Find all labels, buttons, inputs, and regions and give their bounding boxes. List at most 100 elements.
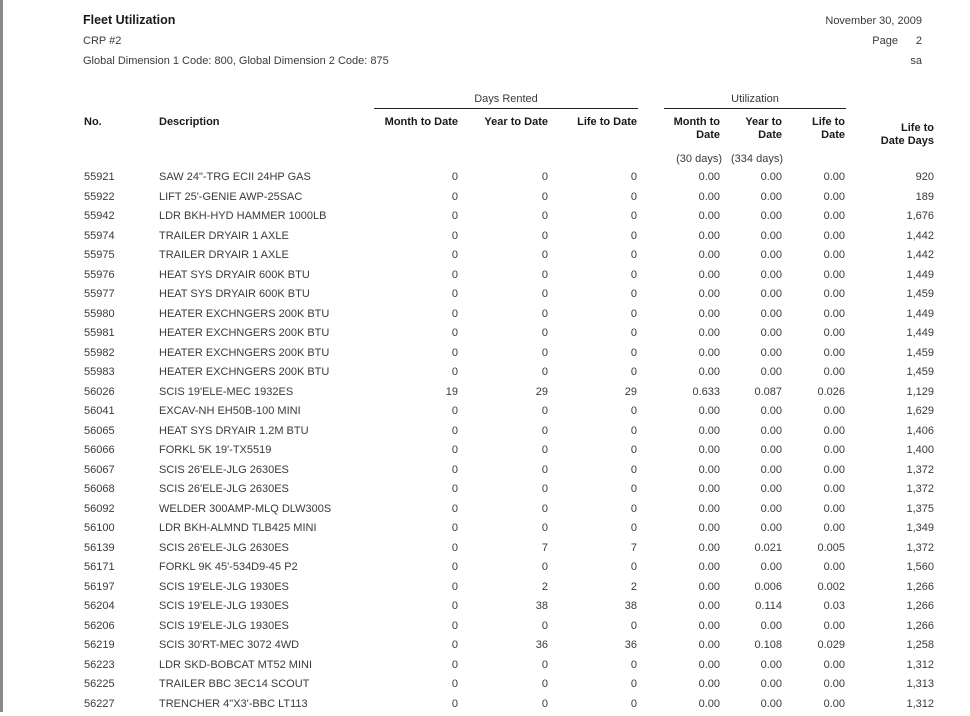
cell-equipment-no: 56223 xyxy=(84,658,115,673)
cell-days-month-to-date: 0 xyxy=(374,521,458,536)
cell-util-life-to-date: 0.00 xyxy=(788,463,845,478)
table-row: 56041EXCAV-NH EH50B-100 MINI0000.000.000… xyxy=(0,404,970,424)
cell-days-month-to-date: 0 xyxy=(374,560,458,575)
cell-equipment-no: 56206 xyxy=(84,619,115,634)
report-title: Fleet Utilization xyxy=(83,13,175,27)
cell-days-life-to-date: 7 xyxy=(553,541,637,556)
cell-description: LDR BKH-ALMND TLB425 MINI xyxy=(159,521,317,536)
cell-days-month-to-date: 0 xyxy=(374,697,458,712)
cell-description: WELDER 300AMP-MLQ DLW300S xyxy=(159,502,331,517)
cell-util-month-to-date: 0.00 xyxy=(664,404,720,419)
cell-util-year-to-date: 0.00 xyxy=(728,268,782,283)
cell-description: SCIS 26'ELE-JLG 2630ES xyxy=(159,541,289,556)
column-header-util-month-to-date: Month to Date xyxy=(664,116,720,142)
table-row: 56171FORKL 9K 45'-534D9-45 P20000.000.00… xyxy=(0,560,970,580)
cell-description: SCIS 26'ELE-JLG 2630ES xyxy=(159,482,289,497)
cell-description: SCIS 26'ELE-JLG 2630ES xyxy=(159,463,289,478)
column-header-line: Date xyxy=(788,129,845,142)
cell-days-year-to-date: 0 xyxy=(463,209,548,224)
cell-days-month-to-date: 0 xyxy=(374,248,458,263)
cell-days-life-to-date: 0 xyxy=(553,521,637,536)
cell-days-year-to-date: 0 xyxy=(463,697,548,712)
cell-util-month-to-date: 0.00 xyxy=(664,580,720,595)
cell-days-life-to-date: 0 xyxy=(553,677,637,692)
table-row: 55942LDR BKH-HYD HAMMER 1000LB0000.000.0… xyxy=(0,209,970,229)
cell-days-life-to-date: 0 xyxy=(553,619,637,634)
cell-days-year-to-date: 0 xyxy=(463,248,548,263)
table-row: 55983HEATER EXCHNGERS 200K BTU0000.000.0… xyxy=(0,365,970,385)
cell-days-year-to-date: 0 xyxy=(463,677,548,692)
column-header-life-to-date-days: Life to Date Days xyxy=(846,122,934,148)
cell-equipment-no: 56067 xyxy=(84,463,115,478)
cell-util-life-to-date: 0.00 xyxy=(788,248,845,263)
cell-life-to-date-days: 1,266 xyxy=(846,599,934,614)
cell-util-life-to-date: 0.00 xyxy=(788,268,845,283)
cell-util-life-to-date: 0.00 xyxy=(788,365,845,380)
cell-util-life-to-date: 0.026 xyxy=(788,385,845,400)
cell-life-to-date-days: 1,406 xyxy=(846,424,934,439)
cell-description: LDR BKH-HYD HAMMER 1000LB xyxy=(159,209,327,224)
cell-util-month-to-date: 0.00 xyxy=(664,541,720,556)
cell-util-life-to-date: 0.00 xyxy=(788,190,845,205)
cell-days-life-to-date: 2 xyxy=(553,580,637,595)
cell-util-year-to-date: 0.108 xyxy=(728,638,782,653)
column-header-no: No. xyxy=(84,116,102,129)
cell-equipment-no: 56204 xyxy=(84,599,115,614)
cell-equipment-no: 56139 xyxy=(84,541,115,556)
cell-days-year-to-date: 0 xyxy=(463,287,548,302)
cell-days-life-to-date: 0 xyxy=(553,287,637,302)
cell-life-to-date-days: 1,349 xyxy=(846,521,934,536)
cell-description: HEATER EXCHNGERS 200K BTU xyxy=(159,346,329,361)
cell-util-year-to-date: 0.00 xyxy=(728,521,782,536)
table-row: 56197SCIS 19'ELE-JLG 1930ES0220.000.0060… xyxy=(0,580,970,600)
table-row: 56139SCIS 26'ELE-JLG 2630ES0770.000.0210… xyxy=(0,541,970,561)
cell-util-month-to-date: 0.00 xyxy=(664,560,720,575)
cell-util-month-to-date: 0.00 xyxy=(664,521,720,536)
column-header-description: Description xyxy=(159,116,220,129)
cell-equipment-no: 55976 xyxy=(84,268,115,283)
cell-life-to-date-days: 1,258 xyxy=(846,638,934,653)
column-header-days-month-to-date: Month to Date xyxy=(374,116,458,129)
cell-days-year-to-date: 0 xyxy=(463,502,548,517)
cell-days-month-to-date: 0 xyxy=(374,638,458,653)
cell-util-month-to-date: 0.00 xyxy=(664,502,720,517)
cell-util-year-to-date: 0.00 xyxy=(728,248,782,263)
cell-days-life-to-date: 0 xyxy=(553,307,637,322)
table-row: 56219SCIS 30'RT-MEC 3072 4WD036360.000.1… xyxy=(0,638,970,658)
cell-util-life-to-date: 0.00 xyxy=(788,502,845,517)
cell-days-month-to-date: 0 xyxy=(374,619,458,634)
cell-description: HEATER EXCHNGERS 200K BTU xyxy=(159,365,329,380)
cell-days-month-to-date: 0 xyxy=(374,658,458,673)
cell-equipment-no: 56041 xyxy=(84,404,115,419)
cell-util-year-to-date: 0.00 xyxy=(728,365,782,380)
cell-util-life-to-date: 0.00 xyxy=(788,229,845,244)
table-row: 56206SCIS 19'ELE-JLG 1930ES0000.000.000.… xyxy=(0,619,970,639)
cell-util-month-to-date: 0.00 xyxy=(664,619,720,634)
cell-life-to-date-days: 1,449 xyxy=(846,307,934,322)
report-filter: Global Dimension 1 Code: 800, Global Dim… xyxy=(83,55,389,67)
cell-util-life-to-date: 0.00 xyxy=(788,560,845,575)
column-header-line: Date xyxy=(728,129,782,142)
cell-description: SCIS 30'RT-MEC 3072 4WD xyxy=(159,638,299,653)
column-header-line: Life to xyxy=(846,122,934,135)
cell-days-month-to-date: 0 xyxy=(374,287,458,302)
cell-days-life-to-date: 0 xyxy=(553,424,637,439)
note-year-days: (334 days) xyxy=(727,153,783,165)
cell-days-life-to-date: 0 xyxy=(553,658,637,673)
cell-equipment-no: 56068 xyxy=(84,482,115,497)
cell-days-year-to-date: 38 xyxy=(463,599,548,614)
cell-days-month-to-date: 0 xyxy=(374,326,458,341)
cell-days-month-to-date: 0 xyxy=(374,190,458,205)
cell-util-year-to-date: 0.00 xyxy=(728,404,782,419)
table-row: 55977HEAT SYS DRYAIR 600K BTU0000.000.00… xyxy=(0,287,970,307)
cell-days-year-to-date: 0 xyxy=(463,326,548,341)
report-subtitle: CRP #2 xyxy=(83,35,121,47)
table-row: 56227TRENCHER 4"X3'-BBC LT1130000.000.00… xyxy=(0,697,970,716)
cell-equipment-no: 56225 xyxy=(84,677,115,692)
cell-life-to-date-days: 1,312 xyxy=(846,658,934,673)
cell-days-life-to-date: 0 xyxy=(553,502,637,517)
cell-description: SCIS 19'ELE-JLG 1930ES xyxy=(159,619,289,634)
table-row: 56068SCIS 26'ELE-JLG 2630ES0000.000.000.… xyxy=(0,482,970,502)
cell-life-to-date-days: 1,312 xyxy=(846,697,934,712)
cell-description: HEATER EXCHNGERS 200K BTU xyxy=(159,307,329,322)
